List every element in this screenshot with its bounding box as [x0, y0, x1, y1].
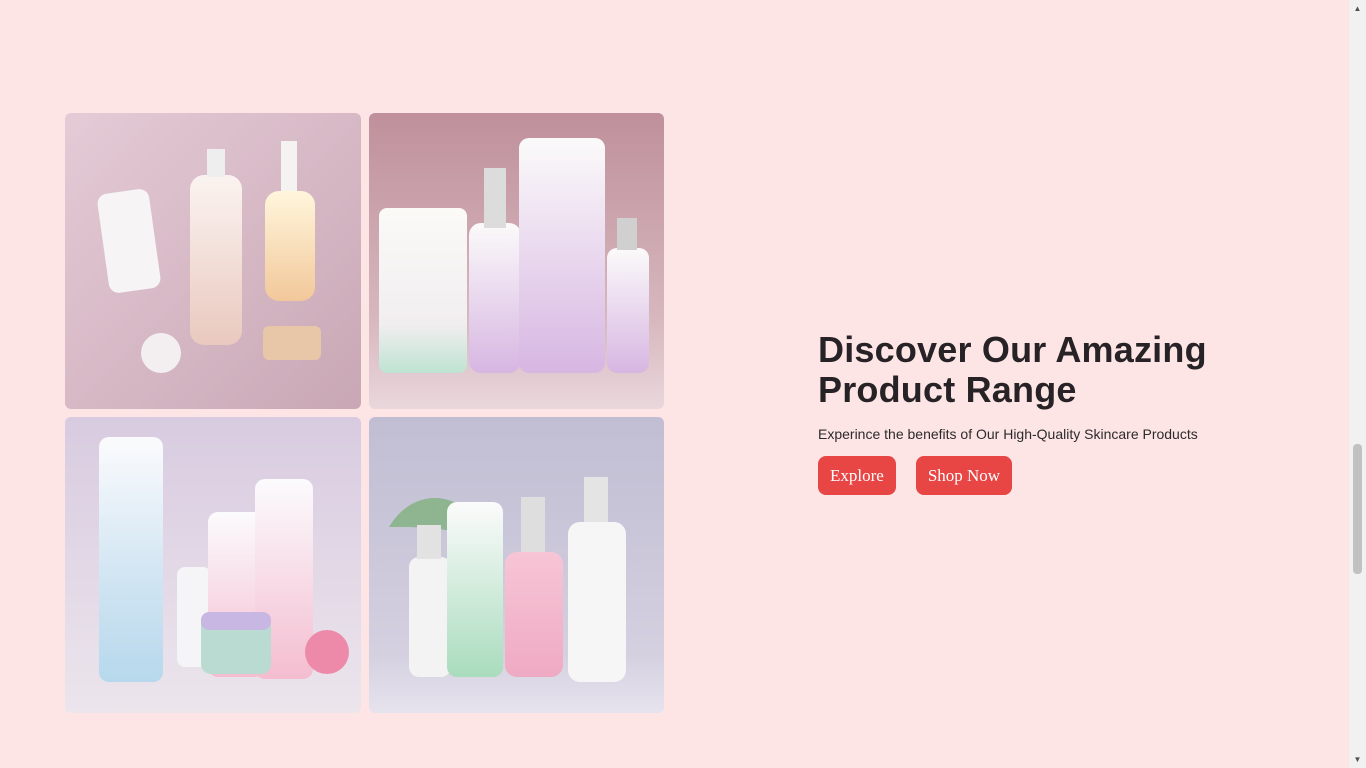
hero-section: Discover Our Amazing Product Range Exper…	[818, 330, 1278, 495]
triangle-up-icon[interactable]: ▲	[1349, 0, 1366, 17]
hero-title: Discover Our Amazing Product Range	[818, 329, 1207, 410]
scrollbar-thumb[interactable]	[1353, 444, 1362, 574]
product-image-3	[65, 417, 361, 713]
product-image-1	[65, 113, 361, 409]
hero-buttons: Explore Shop Now	[818, 456, 1278, 495]
triangle-down-icon[interactable]: ▼	[1349, 751, 1366, 768]
vertical-scrollbar[interactable]: ▲ ▼	[1349, 0, 1366, 768]
shop-now-button[interactable]: Shop Now	[915, 456, 1013, 495]
product-image-4	[369, 417, 664, 713]
hero-subtitle: Experince the benefits of Our High-Quali…	[818, 426, 1198, 442]
product-image-2	[369, 113, 664, 409]
product-gallery	[65, 113, 664, 713]
explore-button[interactable]: Explore	[818, 456, 896, 495]
